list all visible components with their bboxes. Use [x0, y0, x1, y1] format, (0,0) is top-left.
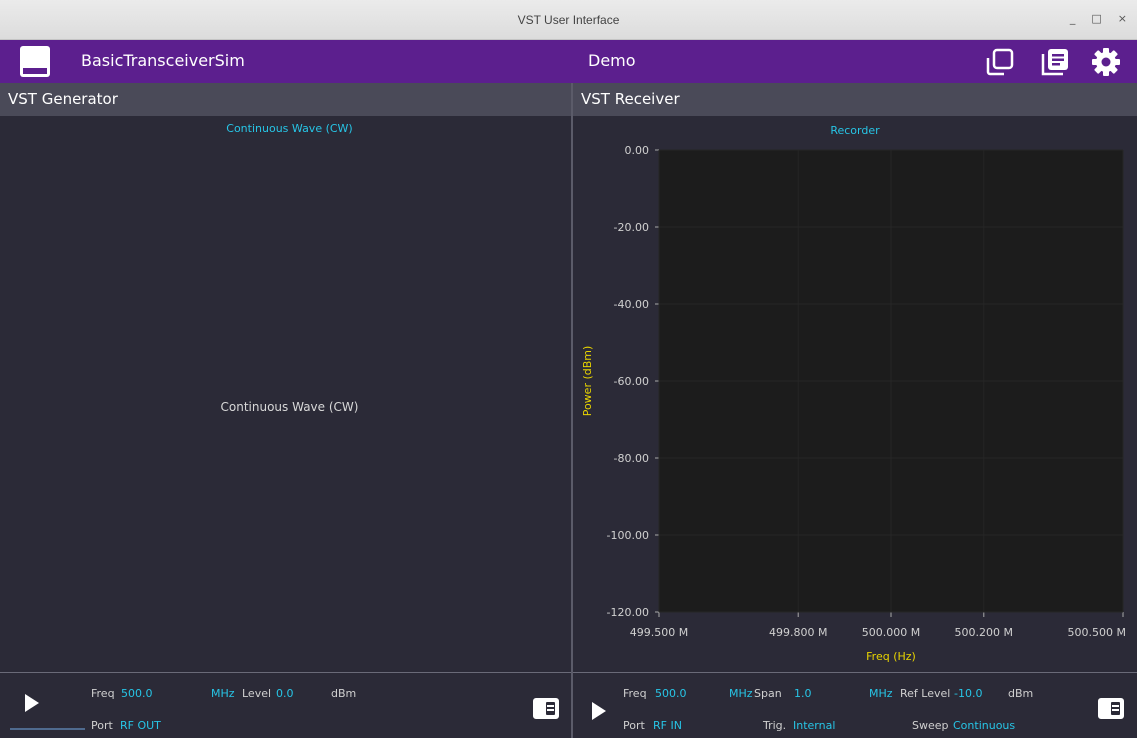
maximize-button[interactable]: □ — [1091, 12, 1101, 25]
generator-panel-toggle-button[interactable] — [533, 698, 559, 719]
x-tick-label: 499.500 M — [630, 626, 688, 639]
x-tick-label: 500.000 M — [862, 626, 920, 639]
generator-control-bar — [0, 672, 571, 738]
rx-span-label: Span — [754, 687, 782, 700]
gen-freq-value[interactable]: 500.0 — [121, 687, 153, 700]
receiver-play-button[interactable] — [592, 702, 606, 720]
recorder-chart[interactable]: 0.00 -20.00 -40.00 -60.00 -80.00 -100.00 -120.… — [573, 140, 1137, 670]
save-icon[interactable] — [20, 46, 50, 77]
gen-freq-unit: MHz — [211, 687, 235, 700]
app-header: BasicTransceiverSim Demo — [0, 40, 1137, 83]
gen-level-unit: dBm — [331, 687, 357, 700]
y-tick-label: -60.00 — [614, 375, 649, 388]
receiver-header: VST Receiver — [573, 83, 1137, 116]
gen-level-label: Level — [242, 687, 272, 700]
window-titlebar: VST User Interface _ □ × — [0, 0, 1137, 40]
y-tick-label: -100.00 — [607, 529, 649, 542]
gen-port-label: Port — [91, 719, 113, 732]
receiver-plot-title: Recorder — [830, 124, 880, 137]
settings-gear-icon[interactable] — [1090, 46, 1122, 78]
generator-plot-area — [8, 116, 571, 672]
generator-play-button[interactable] — [25, 694, 39, 712]
y-tick-label: -120.00 — [607, 606, 649, 619]
generator-center-text: Continuous Wave (CW) — [220, 400, 359, 414]
generator-plot-title: Continuous Wave (CW) — [226, 122, 353, 135]
rx-ref-unit: dBm — [1008, 687, 1034, 700]
y-tick-label: -40.00 — [614, 298, 649, 311]
rx-freq-value[interactable]: 500.0 — [655, 687, 687, 700]
window-title: VST User Interface — [517, 12, 620, 27]
rx-sweep-label: Sweep — [912, 719, 949, 732]
y-tick-label: -80.00 — [614, 452, 649, 465]
rx-port-label: Port — [623, 719, 645, 732]
rx-sweep-value[interactable]: Continuous — [953, 719, 1015, 732]
x-tick-label: 500.200 M — [955, 626, 1013, 639]
close-button[interactable]: × — [1118, 12, 1127, 25]
x-tick-label: 499.800 M — [769, 626, 827, 639]
generator-header: VST Generator — [0, 83, 571, 116]
x-axis-ticks: 499.500 M 499.800 M 500.000 M 500.200 M 500.… — [630, 612, 1126, 639]
rx-ref-value[interactable]: -10.0 — [954, 687, 982, 700]
y-tick-label: -20.00 — [614, 221, 649, 234]
rx-freq-unit: MHz — [729, 687, 753, 700]
minimize-button[interactable]: _ — [1070, 12, 1076, 25]
y-tick-label: 0.00 — [625, 144, 650, 157]
x-axis-label: Freq (Hz) — [866, 650, 916, 663]
app-mode: Demo — [588, 51, 636, 70]
gen-port-value[interactable]: RF OUT — [120, 719, 161, 732]
generator-header-label: VST Generator — [8, 90, 118, 108]
y-axis-ticks: 0.00 -20.00 -40.00 -60.00 -80.00 -100.00 -120.… — [607, 144, 659, 619]
gen-freq-label: Freq — [91, 687, 115, 700]
window-swap-icon[interactable] — [984, 46, 1016, 78]
generator-play-indicator — [10, 728, 85, 730]
rx-span-value[interactable]: 1.0 — [794, 687, 812, 700]
rx-trig-label: Trig. — [763, 719, 787, 732]
rx-port-value[interactable]: RF IN — [653, 719, 682, 732]
receiver-panel-toggle-button[interactable] — [1098, 698, 1124, 719]
y-axis-label: Power (dBm) — [581, 346, 594, 417]
gen-level-value[interactable]: 0.0 — [276, 687, 294, 700]
receiver-header-label: VST Receiver — [581, 90, 680, 108]
rx-span-unit: MHz — [869, 687, 893, 700]
x-tick-label: 500.500 M — [1068, 626, 1126, 639]
log-list-icon[interactable] — [1039, 46, 1071, 78]
rx-freq-label: Freq — [623, 687, 647, 700]
rx-trig-value[interactable]: Internal — [793, 719, 835, 732]
app-name: BasicTransceiverSim — [81, 51, 245, 70]
rx-ref-label: Ref Level — [900, 687, 951, 700]
